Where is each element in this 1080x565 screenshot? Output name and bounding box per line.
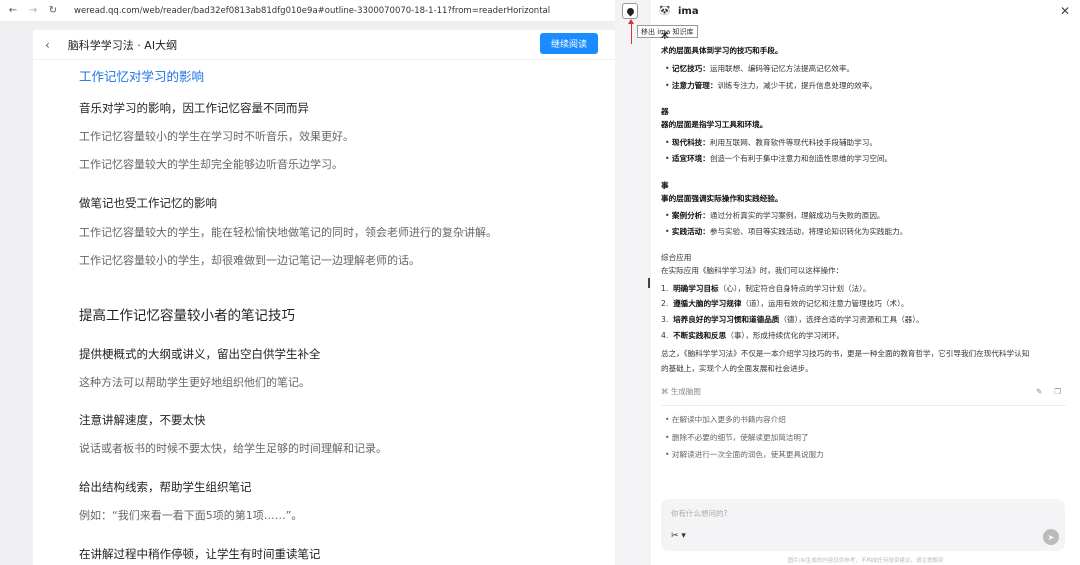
- outline-point[interactable]: 工作记忆容量较小的学生在学习时不听音乐，效果更好。: [79, 128, 354, 144]
- outline-point[interactable]: 工作记忆容量较大的学生却完全能够边听音乐边学习。: [79, 156, 343, 172]
- outline-point[interactable]: 工作记忆容量较大的学生，能在轻松愉快地做笔记的同时，领会老师进行的复杂讲解。: [79, 224, 497, 240]
- numbered-item: 2. 遵循大脑的学习规律（道），运用有效的记忆和注意力管理技巧（术）。: [661, 299, 909, 308]
- section-letter: 术: [661, 31, 669, 40]
- browser-toolbar: ← → ↻ weread.qq.com/web/reader/bad32ef08…: [0, 0, 615, 22]
- list-item: • 注意力管理：训练专注力，减少干扰，提升信息处理的效率。: [665, 81, 877, 90]
- ima-name: ima: [678, 5, 699, 17]
- scissors-icon[interactable]: ✂ ▾: [671, 531, 686, 541]
- resize-handle[interactable]: [648, 278, 650, 288]
- disclaimer-footer: 图片/AI生成的内容仅供参考，不构成任何投资建议，请注意甄别: [787, 558, 944, 564]
- outline-heading[interactable]: 在讲解过程中稍作停顿，让学生有时间重读笔记: [79, 546, 321, 562]
- summary-text: 总之，《脑科学学习法》不仅是一本介绍学习技巧的书，更是一种全面的教育哲学，它引导…: [661, 349, 1030, 358]
- mindmap-icon[interactable]: ⌘: [661, 387, 671, 396]
- section-desc: 器的层面是指学习工具和环境。: [661, 120, 768, 129]
- edit-icon[interactable]: ✎: [1036, 387, 1042, 396]
- copy-icon[interactable]: ❐: [1054, 387, 1061, 396]
- reader-panel: ‹ 脑科学学习法 · AI大纲 继续阅读 工作记忆对学习的影响 音乐对学习的影响…: [33, 30, 615, 565]
- back-arrow-icon[interactable]: ←: [6, 5, 20, 16]
- chat-input-box[interactable]: 你有什么想问的? ✂ ▾ ➤: [661, 499, 1065, 551]
- summary-text: 的基础上，实现个人的全面发展和社会进步。: [661, 364, 813, 373]
- section-letter: 器: [661, 107, 669, 116]
- suggestion-item[interactable]: • 删除不必要的细节，使解读更加简洁明了: [665, 432, 809, 443]
- section-desc: 在实际应用《脑科学学习法》时，我们可以这样操作：: [661, 266, 844, 275]
- section-desc: 事的层面强调实际操作和实践经验。: [661, 194, 783, 203]
- list-item: • 适宜环境：创造一个有利于集中注意力和创造性思维的学习空间。: [665, 154, 893, 163]
- section-desc: 术的层面具体到学习的技巧和手段。: [661, 46, 783, 55]
- reload-icon[interactable]: ↻: [46, 5, 60, 16]
- numbered-item: 4. 不断实践和反思（事），形成持续优化的学习闭环。: [661, 331, 844, 340]
- generate-mindmap-button[interactable]: 生成脑图: [671, 386, 701, 397]
- outline-heading[interactable]: 做笔记也受工作记忆的影响: [79, 195, 217, 211]
- suggestion-item[interactable]: • 在解读中加入更多的书籍内容介绍: [665, 414, 786, 425]
- list-item: • 实践活动：参与实验、项目等实践活动，将理论知识转化为实践能力。: [665, 227, 908, 236]
- chat-input-placeholder[interactable]: 你有什么想问的?: [671, 508, 727, 519]
- reader-back-icon[interactable]: ‹: [45, 38, 50, 52]
- panda-logo-icon: 🐼: [659, 6, 671, 16]
- outline-section-title[interactable]: 工作记忆对学习的影响: [79, 66, 204, 85]
- numbered-item: 1. 明确学习目标（心），制定符合自身特点的学习计划（法）。: [661, 284, 871, 293]
- ima-header: 🐼 ima ✕: [622, 0, 1080, 44]
- address-bar[interactable]: weread.qq.com/web/reader/bad32ef0813ab81…: [74, 6, 550, 16]
- pin-icon[interactable]: [622, 3, 638, 19]
- suggestion-item[interactable]: • 对解读进行一次全面的润色，使其更具说服力: [665, 449, 824, 460]
- continue-reading-button[interactable]: 继续阅读: [540, 33, 598, 54]
- numbered-item: 3. 培养良好的学习习惯和道德品质（德），选择合适的学习资源和工具（器）。: [661, 315, 924, 324]
- reader-header: ‹ 脑科学学习法 · AI大纲 继续阅读: [33, 30, 615, 60]
- ima-panel: 🐼 ima ✕ 移出 ima 知识库 术 术的层面具体到学习的技巧和手段。 • …: [622, 0, 1080, 565]
- list-item: • 现代科技：利用互联网、教育软件等现代科技手段辅助学习。: [665, 138, 877, 147]
- outline-point[interactable]: 工作记忆容量较小的学生，却很难做到一边记笔记一边理解老师的话。: [79, 252, 420, 268]
- panel-divider: [615, 0, 651, 565]
- outline-section-heading[interactable]: 提高工作记忆容量较小者的笔记技巧: [79, 304, 295, 324]
- section-title: 综合应用: [661, 253, 692, 262]
- outline-heading[interactable]: 给出结构线索，帮助学生组织笔记: [79, 479, 252, 495]
- annotation-arrow-line: [631, 22, 632, 44]
- outline-heading[interactable]: 音乐对学习的影响，因工作记忆容量不同而异: [79, 100, 309, 116]
- answer-actions: ⌘ 生成脑图 ✎ ❐: [661, 384, 1061, 398]
- outline-point[interactable]: 例如：“我们来看一看下面5项的第1项……”。: [79, 507, 302, 523]
- section-letter: 事: [661, 181, 669, 190]
- divider: [661, 405, 1066, 406]
- screen: ← → ↻ weread.qq.com/web/reader/bad32ef08…: [0, 0, 1080, 565]
- outline-point[interactable]: 这种方法可以帮助学生更好地组织他们的笔记。: [79, 374, 310, 390]
- outline-point[interactable]: 说话或者板书的时候不要太快，给学生足够的时间理解和记录。: [79, 440, 387, 456]
- list-item: • 案例分析：通过分析真实的学习案例，理解成功与失败的原因。: [665, 211, 885, 220]
- close-icon[interactable]: ✕: [1060, 4, 1070, 18]
- forward-arrow-icon[interactable]: →: [26, 5, 40, 16]
- send-icon[interactable]: ➤: [1043, 529, 1059, 545]
- outline-heading[interactable]: 注意讲解速度，不要太快: [79, 412, 206, 428]
- list-item: • 记忆技巧：运用联想、编码等记忆方法提高记忆效率。: [665, 64, 855, 73]
- outline-heading[interactable]: 提供梗概式的大纲或讲义，留出空白供学生补全: [79, 346, 321, 362]
- reader-title: 脑科学学习法 · AI大纲: [67, 38, 178, 52]
